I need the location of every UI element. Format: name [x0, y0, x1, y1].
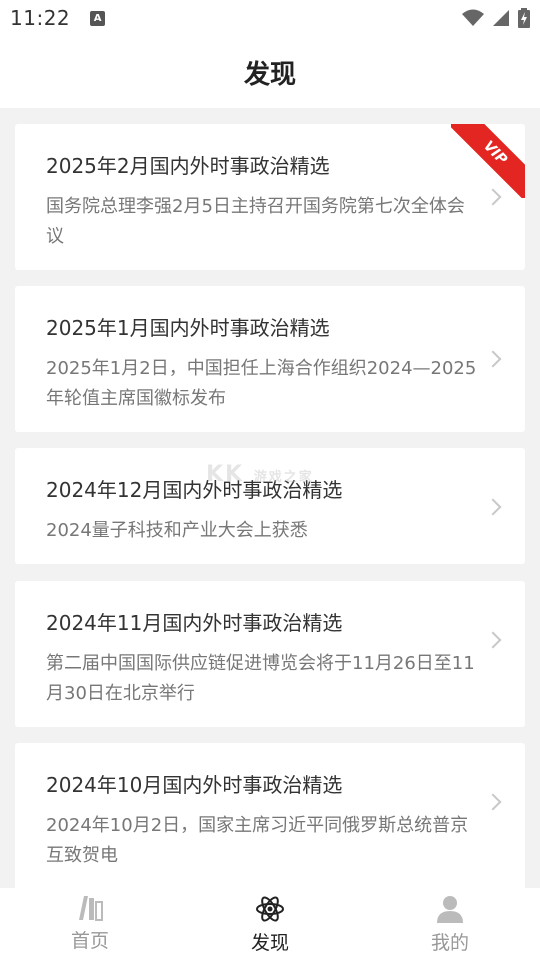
tab-mine[interactable]: 我的 — [360, 888, 540, 960]
bottom-tab-bar: 首页 发现 我的 — [0, 888, 540, 960]
list-item[interactable]: 2025年2月国内外时事政治精选 国务院总理李强2月5日主持召开国务院第七次全体… — [15, 124, 525, 270]
status-bar: 11:22 A — [0, 0, 540, 36]
tab-home[interactable]: 首页 — [0, 888, 180, 960]
item-title: 2024年11月国内外时事政治精选 — [46, 611, 343, 635]
tab-label: 我的 — [430, 932, 469, 954]
item-title: 2025年2月国内外时事政治精选 — [46, 154, 330, 178]
watermark: KK 游戏之家 — [206, 462, 314, 487]
atom-icon — [256, 896, 284, 922]
news-list[interactable]: 2025年2月国内外时事政治精选 国务院总理李强2月5日主持召开国务院第七次全体… — [0, 108, 540, 888]
watermark-subtext: 游戏之家 — [253, 470, 314, 485]
status-icons — [462, 8, 530, 28]
item-description: 2024量子科技和产业大会上获悉 — [46, 520, 308, 541]
watermark-text: KK — [206, 462, 245, 487]
chevron-right-icon — [484, 793, 502, 811]
battery-icon — [518, 8, 530, 28]
item-description: 2025年1月2日，中国担任上海合作组织2024—2025年轮值主席国徽标发布 — [46, 358, 477, 409]
list-item[interactable]: 2024年10月国内外时事政治精选 2024年10月2日，国家主席习近平同俄罗斯… — [15, 743, 525, 888]
tab-discover[interactable]: 发现 — [180, 888, 360, 960]
page-title: 发现 — [243, 59, 296, 90]
person-icon — [437, 896, 463, 923]
notification-icon: A — [90, 10, 106, 26]
item-title: 2025年1月国内外时事政治精选 — [46, 316, 330, 340]
item-title: 2024年10月国内外时事政治精选 — [46, 773, 343, 797]
vip-badge: VIP — [451, 124, 525, 198]
tab-label: 首页 — [70, 930, 109, 952]
chevron-right-icon — [484, 498, 502, 516]
item-description: 第二届中国国际供应链促进博览会将于11月26日至11月30日在北京举行 — [46, 653, 475, 704]
list-item[interactable]: 2024年11月国内外时事政治精选 第二届中国国际供应链促进博览会将于11月26… — [15, 581, 525, 727]
chevron-right-icon — [484, 350, 502, 368]
signal-icon — [493, 10, 509, 26]
vip-badge-label: VIP — [451, 124, 525, 198]
status-time: 11:22 — [10, 6, 71, 30]
tab-label: 发现 — [250, 932, 289, 954]
list-item[interactable]: 2025年1月国内外时事政治精选 2025年1月2日，中国担任上海合作组织202… — [15, 286, 525, 432]
chevron-right-icon — [484, 631, 502, 649]
item-description: 2024年10月2日，国家主席习近平同俄罗斯总统普京互致贺电 — [46, 815, 469, 866]
header: 发现 — [0, 36, 540, 108]
books-icon — [79, 896, 103, 921]
wifi-icon — [462, 9, 484, 26]
item-description: 国务院总理李强2月5日主持召开国务院第七次全体会议 — [46, 196, 465, 247]
